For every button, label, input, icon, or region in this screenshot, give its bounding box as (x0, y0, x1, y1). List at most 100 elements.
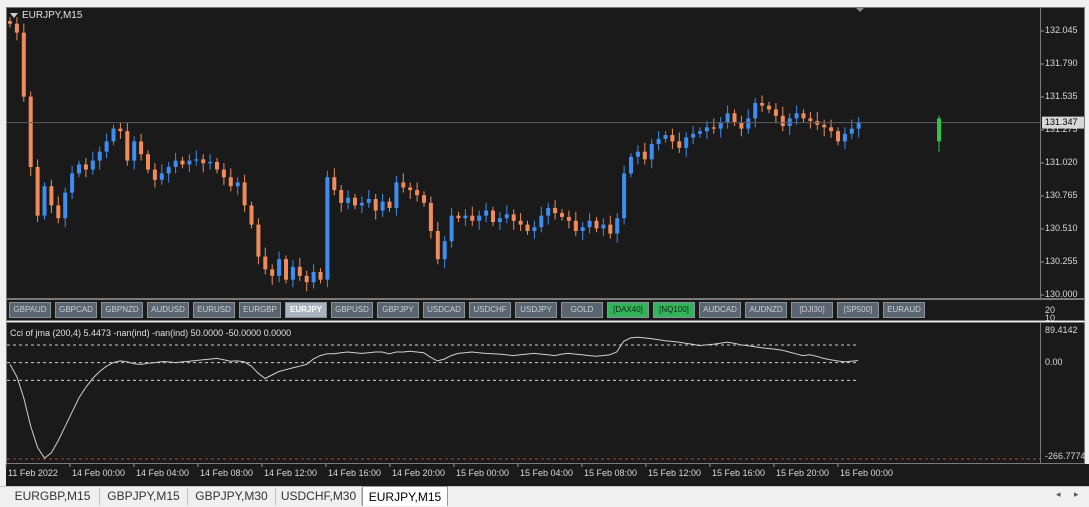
symbol-button-eurusd[interactable]: EURUSD (193, 302, 235, 318)
candle-body (739, 122, 744, 129)
symbol-button-usdjpy[interactable]: USDJPY (515, 302, 557, 318)
candle-body (718, 122, 723, 129)
symbol-button-eurgbp[interactable]: EURGBP (239, 302, 281, 318)
candle-body (14, 23, 19, 33)
candle-body (215, 161, 219, 170)
symbol-button-euraud[interactable]: EURAUD (883, 302, 925, 318)
candle-body (56, 205, 61, 219)
symbol-button-nq100[interactable]: [NQ100] (653, 302, 695, 318)
chart-tab[interactable]: GBPJPY,M30 (188, 488, 276, 505)
candle-body (442, 241, 447, 260)
price-tick-label: 130.255 (1045, 256, 1078, 266)
candle-body (484, 210, 489, 216)
candle-body (325, 177, 330, 280)
symbol-button-audusd[interactable]: AUDUSD (147, 302, 189, 318)
symbol-button-eurjpy[interactable]: EURJPY (285, 302, 327, 318)
candle-body (849, 128, 854, 134)
time-tick-label: 15 Feb 08:00 (584, 468, 638, 478)
chart-menu-arrow-icon[interactable] (10, 13, 18, 18)
chart-tab[interactable]: USDCHF,M30 (276, 488, 362, 505)
candle-body (70, 173, 75, 193)
candle-body (773, 109, 778, 116)
candle-body (346, 197, 351, 203)
candle-body (152, 169, 157, 180)
candle-body (746, 118, 751, 129)
symbol-button-dji30[interactable]: [DJI30] (791, 302, 833, 318)
time-tick-label: 14 Feb 04:00 (136, 468, 190, 478)
symbol-button-gbpjpy[interactable]: GBPJPY (377, 302, 419, 318)
candle-body (435, 231, 440, 260)
symbol-button-usdcad[interactable]: USDCAD (423, 302, 465, 318)
price-tick-label: 130.510 (1045, 223, 1078, 233)
candle-body (290, 266, 295, 280)
tab-scroll-right-icon[interactable]: ▸ (1074, 489, 1079, 500)
candle-body (470, 215, 475, 221)
candle-body (622, 173, 627, 219)
symbol-button-gbpusd[interactable]: GBPUSD (331, 302, 373, 318)
candle-body (125, 131, 130, 161)
symbol-button-gold[interactable]: GOLD (561, 302, 603, 318)
time-tick-label: 15 Feb 16:00 (712, 468, 766, 478)
symbol-button-audnzd[interactable]: AUDNZD (745, 302, 787, 318)
candle-body (173, 160, 178, 168)
candle-body (518, 220, 523, 225)
candle-body (449, 215, 454, 242)
price-tick-label: 131.020 (1045, 157, 1078, 167)
candle-body (132, 141, 137, 161)
candle-body (546, 207, 551, 216)
current-price-label: 131.347 (1045, 116, 1078, 127)
candle-body (573, 220, 578, 232)
candle-body (601, 224, 606, 229)
candle-body (691, 133, 696, 138)
symbol-button-gbpaud[interactable]: GBPAUD (9, 302, 51, 318)
candle-body (829, 127, 834, 132)
candle-body (318, 271, 323, 280)
candle-body (463, 215, 468, 219)
symbol-button-gbpcad[interactable]: GBPCAD (55, 302, 97, 318)
candle-body (8, 21, 12, 24)
candle-body (456, 215, 461, 219)
symbol-button-sp500[interactable]: [SP500] (837, 302, 879, 318)
candle-body (401, 182, 406, 188)
candle-body (332, 177, 337, 191)
symbol-button-gbpnzd[interactable]: GBPNZD (101, 302, 143, 318)
candle-body (663, 135, 668, 139)
candle-body (111, 128, 116, 142)
candle-body (767, 105, 771, 110)
candle-body (228, 177, 233, 187)
candle-body (304, 275, 309, 283)
chart-tab[interactable]: GBPJPY,M15 (100, 488, 188, 505)
candle-body (90, 160, 95, 170)
candle-body (525, 224, 530, 232)
candle-body (615, 218, 620, 234)
candle-body (836, 131, 840, 142)
candle-body (711, 127, 716, 129)
candle-body (208, 161, 213, 164)
symbol-button-dax40[interactable]: [DAX40] (607, 302, 649, 318)
candle-body (63, 192, 68, 219)
candle-body (566, 216, 571, 221)
candle-body (97, 151, 102, 161)
time-tick-label: 16 Feb 00:00 (840, 468, 894, 478)
time-tick-label: 14 Feb 12:00 (264, 468, 318, 478)
candle-body (491, 210, 495, 223)
symbol-button-usdchf[interactable]: USDCHF (469, 302, 511, 318)
candle-body (760, 103, 765, 106)
candle-body (42, 186, 47, 216)
candle-body (698, 131, 702, 134)
candle-body (339, 190, 344, 203)
time-tick-label: 15 Feb 12:00 (648, 468, 702, 478)
candle-body (235, 182, 240, 187)
candle-body (249, 205, 254, 225)
chart-canvas (5, 8, 1084, 467)
candle-body (297, 266, 302, 276)
chart-tab[interactable]: EURJPY,M15 (362, 486, 448, 506)
candle-body (553, 207, 558, 214)
candle-body (139, 141, 144, 155)
tab-scroll-left-icon[interactable]: ◂ (1056, 489, 1061, 500)
chart-tab[interactable]: EURGBP,M15 (6, 488, 100, 505)
candle-body (504, 214, 509, 219)
candle-body (808, 118, 813, 121)
time-tick-label: 15 Feb 20:00 (776, 468, 830, 478)
symbol-button-audcad[interactable]: AUDCAD (699, 302, 741, 318)
